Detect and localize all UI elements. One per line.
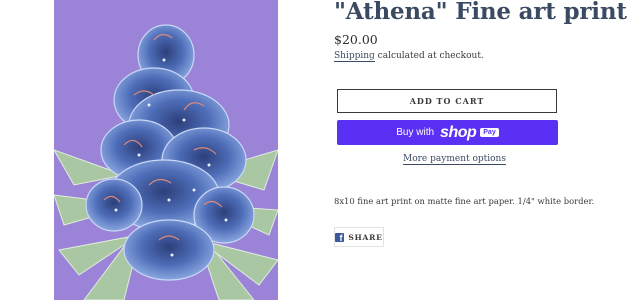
buy-with-shop-pay-button[interactable]: Buy with shop Pay — [337, 120, 558, 145]
share-label: SHARE — [348, 232, 383, 242]
product-info: "Athena" Fine art print $20.00 Shipping … — [334, 0, 634, 300]
facebook-share-button[interactable]: f SHARE — [334, 227, 384, 247]
product-title: "Athena" Fine art print — [334, 0, 627, 25]
more-payment-options-link[interactable]: More payment options — [403, 154, 506, 165]
shipping-link[interactable]: Shipping — [334, 51, 375, 62]
facebook-icon: f — [335, 232, 345, 242]
pay-badge: Pay — [480, 128, 499, 137]
cannabis-artwork — [54, 0, 278, 300]
buy-with-label: Buy with — [396, 127, 435, 138]
product-price: $20.00 — [334, 32, 378, 47]
product-image[interactable] — [54, 0, 278, 300]
shipping-note: Shipping calculated at checkout. — [334, 51, 484, 62]
add-to-cart-button[interactable]: ADD TO CART — [337, 89, 557, 113]
shop-logo: shop — [440, 123, 477, 141]
shipping-text: calculated at checkout. — [374, 51, 484, 61]
product-description: 8x10 fine art print on matte fine art pa… — [334, 196, 595, 206]
